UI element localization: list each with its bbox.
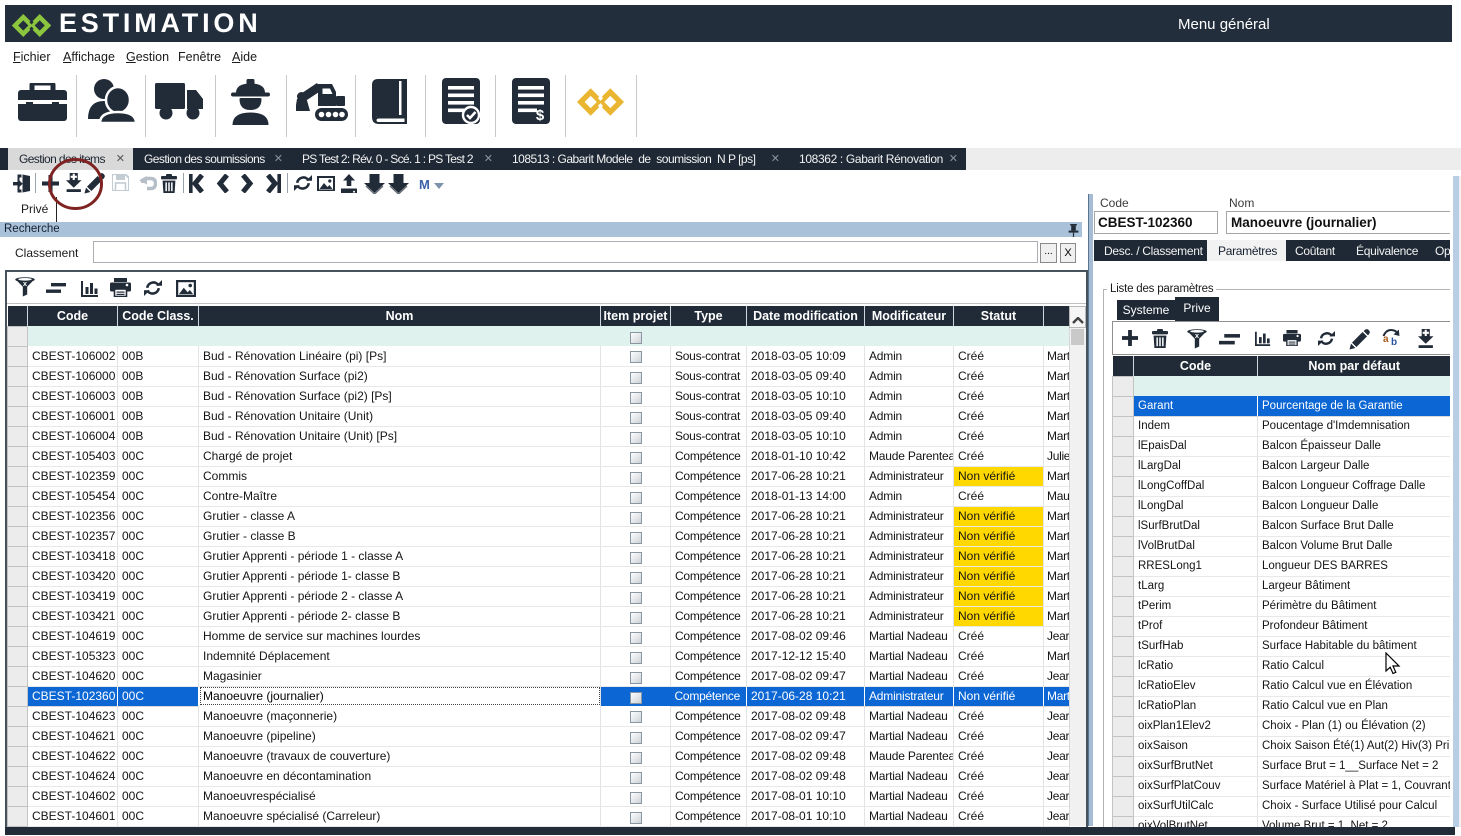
svg-text:b: b [1391,337,1397,347]
svg-text:a: a [1383,334,1389,345]
svg-text:$: $ [536,107,545,124]
